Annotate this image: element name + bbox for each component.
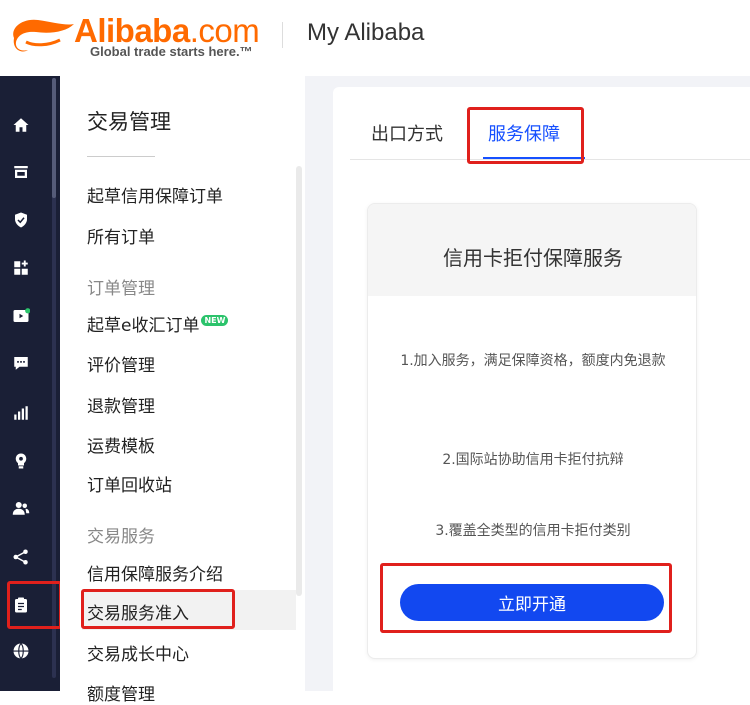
page-title[interactable]: My Alibaba xyxy=(307,19,424,47)
card-point-2: 2.国际站协助信用卡拒付抗辩 xyxy=(442,452,624,468)
menu-item-trade-growth-center[interactable]: 交易成长中心 xyxy=(87,640,189,665)
menu-item-draft-e-collection[interactable]: 起草e收汇订单 NEW xyxy=(87,311,229,336)
active-icon-highlight xyxy=(7,581,62,629)
bar-chart-icon[interactable] xyxy=(10,402,32,424)
users-icon[interactable] xyxy=(10,497,32,519)
icon-sidebar xyxy=(0,76,62,691)
menu-item-shipping-templates[interactable]: 运费模板 xyxy=(87,432,155,457)
active-tab-highlight xyxy=(467,107,584,164)
menu-group-trade-services: 交易服务 xyxy=(87,527,155,547)
main-panel: 出口方式 服务保障 信用卡拒付保障服务 1.加入服务，满足保障资格，额度内免退款… xyxy=(333,87,750,691)
menu-item-refunds[interactable]: 退款管理 xyxy=(87,392,155,417)
menu-title-divider xyxy=(87,156,155,157)
menu-item-quota-management[interactable]: 额度管理 xyxy=(87,680,155,705)
home-icon[interactable] xyxy=(10,114,32,136)
menu-group-order-management: 订单管理 xyxy=(87,279,155,299)
card-point-3: 3.覆盖全类型的信用卡拒付类别 xyxy=(435,523,631,539)
menu-item-all-orders[interactable]: 所有订单 xyxy=(87,223,155,248)
button-highlight xyxy=(380,563,672,633)
top-header: Alibaba.com Global trade starts here.™ M… xyxy=(0,0,750,76)
grid-plus-icon[interactable] xyxy=(10,257,32,279)
side-menu: 交易管理 起草信用保障订单 所有订单 订单管理 起草e收汇订单 NEW 评价管理 … xyxy=(60,76,305,705)
active-menu-highlight xyxy=(81,589,235,629)
menu-item-credit-assurance-intro[interactable]: 信用保障服务介绍 xyxy=(87,560,223,585)
menu-item-draft-credit-order[interactable]: 起草信用保障订单 xyxy=(87,182,223,207)
sidebar-scrollbar-thumb[interactable] xyxy=(52,78,56,198)
shield-icon[interactable] xyxy=(10,209,32,231)
store-icon[interactable] xyxy=(10,161,32,183)
menu-item-order-recycle-bin[interactable]: 订单回收站 xyxy=(87,471,172,496)
globe-icon[interactable] xyxy=(10,640,32,662)
lightbulb-icon[interactable] xyxy=(10,450,32,472)
header-divider xyxy=(282,22,283,48)
menu-scrollbar-thumb[interactable] xyxy=(296,166,302,596)
alibaba-logo[interactable]: Alibaba.com Global trade starts here.™ xyxy=(8,12,263,60)
logo-tagline: Global trade starts here.™ xyxy=(90,44,253,59)
menu-item-reviews[interactable]: 评价管理 xyxy=(87,351,155,376)
card-title: 信用卡拒付保障服务 xyxy=(443,246,623,270)
menu-item-label: 起草e收汇订单 xyxy=(87,316,200,336)
message-icon[interactable] xyxy=(10,352,32,374)
card-point-1: 1.加入服务，满足保障资格，额度内免退款 xyxy=(400,353,666,369)
video-icon[interactable] xyxy=(10,305,32,327)
new-badge: NEW xyxy=(201,315,229,326)
menu-title: 交易管理 xyxy=(87,110,171,134)
share-icon[interactable] xyxy=(10,546,32,568)
tab-export-method[interactable]: 出口方式 xyxy=(371,120,443,146)
menu-scrollbar[interactable] xyxy=(296,166,302,691)
alibaba-smile-icon xyxy=(13,19,75,52)
